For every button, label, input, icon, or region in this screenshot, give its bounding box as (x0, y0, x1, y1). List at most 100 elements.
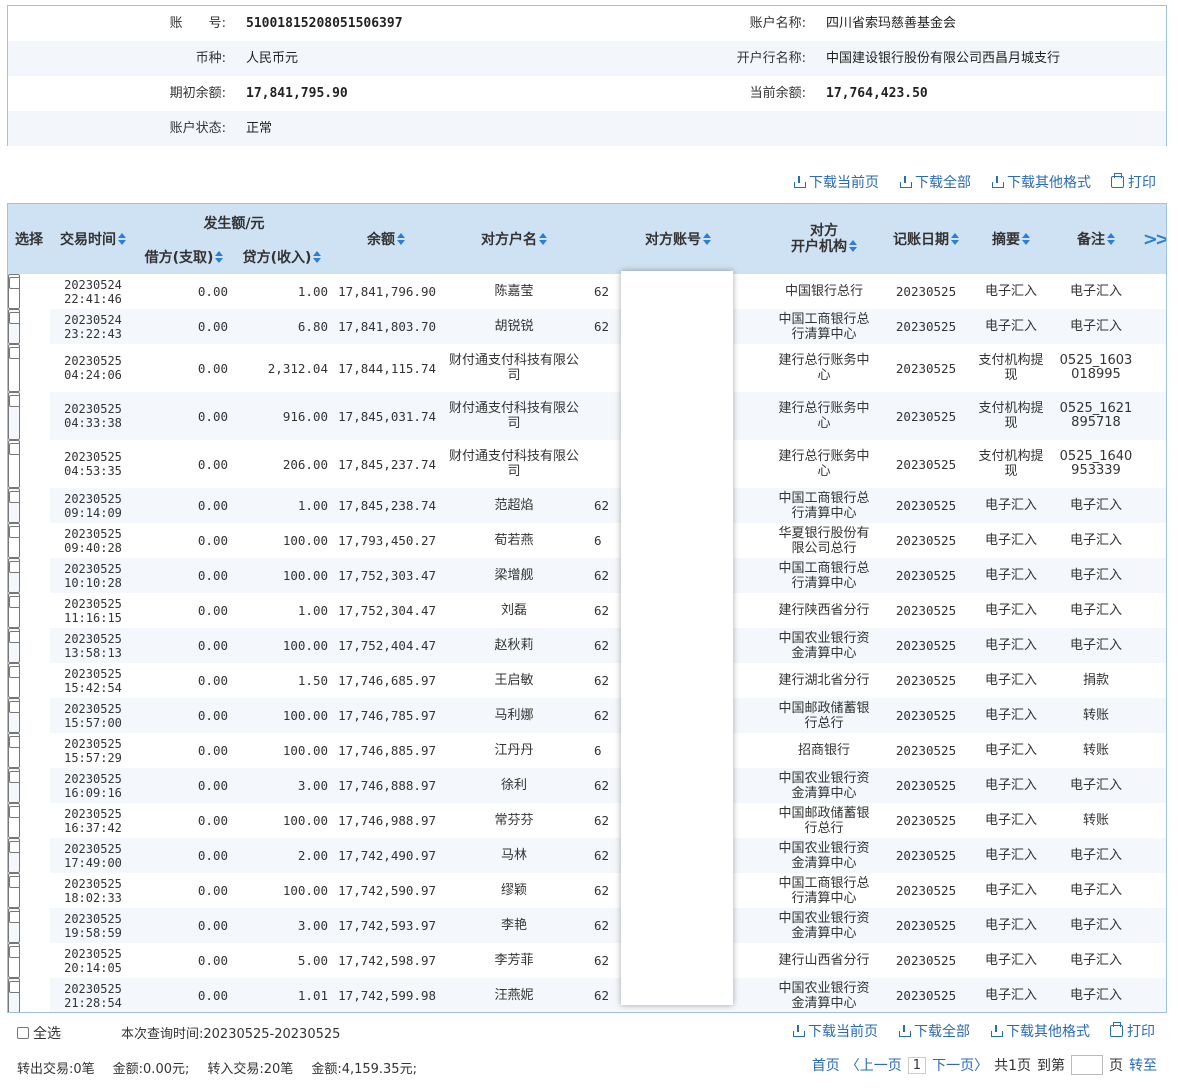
row-checkbox[interactable] (9, 394, 19, 407)
download-other-link[interactable]: 下载其他格式 (990, 1021, 1090, 1041)
download-all-link[interactable]: 下载全部 (898, 1021, 970, 1041)
col-debit[interactable]: 借方(支取) (136, 239, 232, 274)
table-row[interactable]: 20230525 21:28:54 0.00 1.01 17,742,599.98 汪燕妮… (8, 978, 1166, 1012)
sort-icon[interactable] (118, 233, 126, 245)
print-link[interactable]: 打印 (1110, 1021, 1155, 1041)
table-row[interactable]: 20230525 15:57:29 0.00 100.00 17,746,885.97 江… (8, 733, 1166, 768)
table-row[interactable]: 20230525 09:14:09 0.00 1.00 17,845,238.74 范超焰… (8, 488, 1166, 523)
sort-icon[interactable] (849, 240, 857, 252)
row-select[interactable] (8, 344, 20, 392)
row-select[interactable] (8, 838, 20, 873)
row-checkbox[interactable] (9, 525, 19, 538)
row-checkbox[interactable] (9, 346, 19, 359)
row-checkbox[interactable] (9, 805, 19, 818)
row-checkbox[interactable] (9, 442, 19, 455)
sort-icon[interactable] (397, 233, 405, 245)
sort-icon[interactable] (1022, 233, 1030, 245)
print-link[interactable]: 打印 (1111, 172, 1156, 192)
row-checkbox[interactable] (9, 595, 19, 608)
first-page-link[interactable]: 首页 (812, 1055, 840, 1075)
row-select[interactable] (8, 488, 20, 523)
col-counter-bank[interactable]: 对方 开户机构 (768, 204, 880, 274)
row-select[interactable] (8, 733, 20, 768)
table-row[interactable]: 20230525 04:53:35 0.00 206.00 17,845,237.74 财… (8, 440, 1166, 488)
row-checkbox[interactable] (9, 630, 19, 643)
row-select[interactable] (8, 663, 20, 698)
row-checkbox[interactable] (9, 910, 19, 923)
table-row[interactable]: 20230525 17:49:00 0.00 2.00 17,742,490.97 马林 6… (8, 838, 1166, 873)
row-select[interactable] (8, 803, 20, 838)
download-page-link[interactable]: 下载当前页 (792, 1021, 878, 1041)
row-select[interactable] (8, 593, 20, 628)
row-select[interactable] (8, 768, 20, 803)
table-row[interactable]: 20230525 04:24:06 0.00 2,312.04 17,844,115.7… (8, 344, 1166, 392)
table-row[interactable]: 20230525 13:58:13 0.00 100.00 17,752,404.47 赵… (8, 628, 1166, 663)
more-columns-button[interactable]: >> (1142, 204, 1166, 274)
row-select[interactable] (8, 943, 20, 978)
row-checkbox[interactable] (9, 665, 19, 678)
col-counter-name[interactable]: 对方户名 (440, 204, 588, 274)
sort-icon[interactable] (1107, 233, 1115, 245)
row-checkbox[interactable] (9, 700, 19, 713)
table-row[interactable]: 20230525 18:02:33 0.00 100.00 17,742,590.97 缪… (8, 873, 1166, 908)
row-checkbox[interactable] (9, 980, 19, 993)
table-row[interactable]: 20230524 23:22:43 0.00 6.80 17,841,803.70 胡锐锐… (8, 309, 1166, 344)
table-row[interactable]: 20230525 10:10:28 0.00 100.00 17,752,303.47 梁… (8, 558, 1166, 593)
current-page[interactable]: 1 (907, 1056, 927, 1074)
col-time[interactable]: 交易时间 (50, 204, 136, 274)
row-checkbox[interactable] (9, 840, 19, 853)
row-checkbox[interactable] (9, 276, 19, 289)
row-select[interactable] (8, 440, 20, 488)
download-all-link[interactable]: 下载全部 (899, 172, 971, 192)
row-checkbox[interactable] (9, 875, 19, 888)
col-balance[interactable]: 余额 (332, 204, 440, 274)
row-counter-name: 缪颖 (500, 883, 527, 898)
col-note[interactable]: 备注 (1050, 204, 1142, 274)
col-summary[interactable]: 摘要 (972, 204, 1050, 274)
row-checkbox[interactable] (9, 311, 19, 324)
table-row[interactable]: 20230525 15:42:54 0.00 1.50 17,746,685.97 王启敏… (8, 663, 1166, 698)
prev-page-link[interactable]: 〈上一页 (846, 1055, 902, 1075)
download-page-link[interactable]: 下载当前页 (793, 172, 879, 192)
col-book-date[interactable]: 记账日期 (880, 204, 972, 274)
row-select[interactable] (8, 978, 20, 1012)
table-row[interactable]: 20230524 22:41:46 0.00 1.00 17,841,796.90 陈嘉莹… (8, 274, 1166, 309)
sort-icon[interactable] (313, 250, 322, 263)
row-select[interactable] (8, 392, 20, 440)
table-row[interactable]: 20230525 16:37:42 0.00 100.00 17,746,988.97 常… (8, 803, 1166, 838)
select-all[interactable]: 全选 (17, 1023, 61, 1043)
table-row[interactable]: 20230525 09:40:28 0.00 100.00 17,793,450.27 荀… (8, 523, 1166, 558)
select-all-checkbox[interactable] (17, 1027, 29, 1039)
sort-icon[interactable] (215, 250, 224, 263)
table-row[interactable]: 20230525 16:09:16 0.00 3.00 17,746,888.97 徐利 6… (8, 768, 1166, 803)
row-select[interactable] (8, 873, 20, 908)
download-other-link[interactable]: 下载其他格式 (991, 172, 1091, 192)
sort-icon[interactable] (951, 233, 959, 245)
row-select[interactable] (8, 558, 20, 593)
row-select[interactable] (8, 274, 20, 309)
col-credit[interactable]: 贷方(收入) (232, 239, 332, 274)
row-checkbox[interactable] (9, 945, 19, 958)
row-select[interactable] (8, 523, 20, 558)
row-checkbox[interactable] (9, 735, 19, 748)
row-select[interactable] (8, 309, 20, 344)
sort-icon[interactable] (539, 233, 547, 245)
table-row[interactable]: 20230525 11:16:15 0.00 1.00 17,752,304.47 刘磊 6… (8, 593, 1166, 628)
table-row[interactable]: 20230525 20:14:05 0.00 5.00 17,742,598.97 李芳菲… (8, 943, 1166, 978)
jump-button[interactable]: 转至 (1129, 1055, 1157, 1075)
table-row[interactable]: 20230525 04:33:38 0.00 916.00 17,845,031.74 财… (8, 392, 1166, 440)
row-checkbox[interactable] (9, 490, 19, 503)
row-select[interactable] (8, 628, 20, 663)
row-time: 20230525 17:49:00 (50, 838, 136, 873)
row-select[interactable] (8, 698, 20, 733)
goto-page-input[interactable] (1071, 1055, 1103, 1075)
table-row[interactable]: 20230525 15:57:00 0.00 100.00 17,746,785.97 马… (8, 698, 1166, 733)
row-credit: 1.50 (297, 673, 328, 688)
row-select[interactable] (8, 908, 20, 943)
sort-icon[interactable] (703, 233, 711, 245)
table-row[interactable]: 20230525 19:58:59 0.00 3.00 17,742,593.97 李艳 6… (8, 908, 1166, 943)
next-page-link[interactable]: 下一页〉 (932, 1055, 988, 1075)
col-counter-account[interactable]: 对方账号 (588, 204, 768, 274)
row-checkbox[interactable] (9, 770, 19, 783)
row-checkbox[interactable] (9, 560, 19, 573)
